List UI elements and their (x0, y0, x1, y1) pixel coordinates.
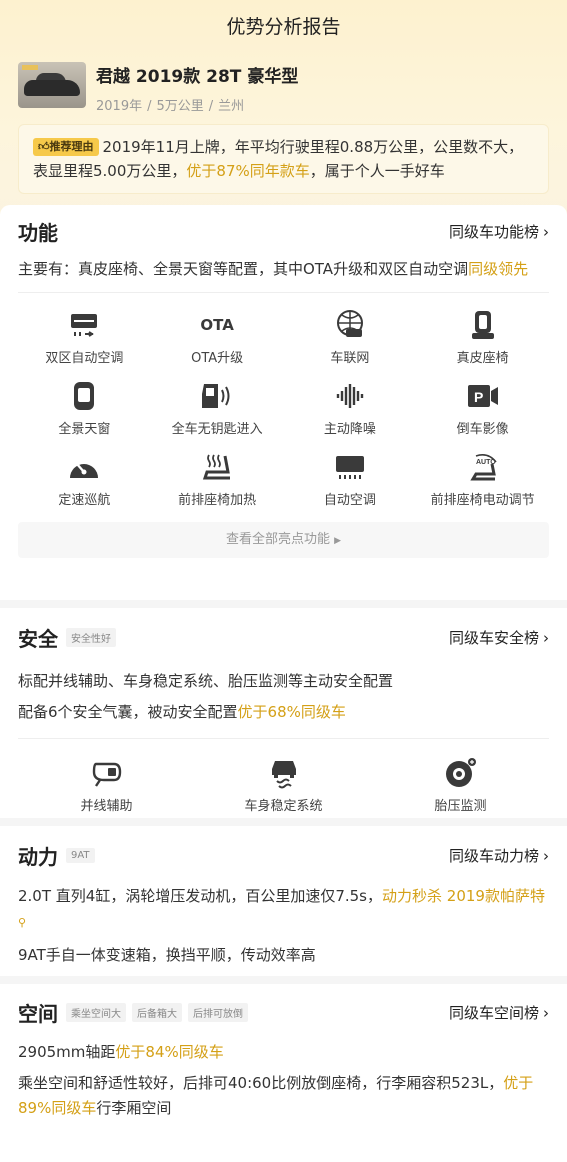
triangle-right-icon: ▶ (334, 536, 342, 546)
power-desc: 2.0T 直列4缸，涡轮增压发动机，百公里加速仅7.5s，动力秒杀 2019款帕… (18, 887, 545, 964)
car-summary[interactable]: 君越 2019款 28T 豪华型 2019年/5万公里 / 兰州 (18, 62, 298, 114)
feature-stability-control[interactable]: 车身稳定系统 (195, 757, 372, 814)
car-name: 君越 2019款 28T 豪华型 (96, 67, 299, 87)
function-desc: 主要有：真皮座椅、全景天窗等配置，其中OTA升级和双区自动空调同级领先 (18, 260, 529, 278)
power-title: 动力 9AT (18, 841, 95, 870)
space-title: 空间 乘坐空间大 后备箱大 后排可放倒 (18, 998, 248, 1027)
power-rank-link[interactable]: 同级车动力榜 › (449, 845, 549, 866)
feature-sunroof[interactable]: 全景天窗 (18, 380, 151, 437)
safety-card: 安全 安全性好 同级车安全榜 › 标配并线辅助、车身稳定系统、胎压监测等主动安全配置… (0, 608, 567, 818)
tire-pressure-icon (444, 757, 478, 789)
function-card: 功能 同级车功能榜 › 主要有：真皮座椅、全景天窗等配置，其中OTA升级和双区自动… (0, 205, 567, 600)
keyless-entry-icon (200, 380, 234, 412)
auto-ac-icon (333, 451, 367, 483)
feature-ota[interactable]: OTA OTA升级 (151, 309, 284, 366)
stability-control-icon (267, 757, 301, 789)
feature-leather-seat[interactable]: 真皮座椅 (416, 309, 549, 366)
power-tag: 9AT (66, 847, 95, 863)
thumbs-up-icon: 👍︎ (38, 140, 50, 153)
feature-tire-pressure[interactable]: 胎压监测 (372, 757, 549, 814)
function-title: 功能 (18, 220, 58, 245)
space-tag: 后排可放倒 (188, 1002, 248, 1022)
section-gap (0, 976, 567, 984)
noise-cancel-icon (333, 380, 367, 412)
feature-keyless-entry[interactable]: 全车无钥匙进入 (151, 380, 284, 437)
safety-rank-link[interactable]: 同级车安全榜 › (449, 627, 549, 648)
chevron-right-icon: › (543, 628, 549, 647)
feature-lane-change-assist[interactable]: 并线辅助 (18, 757, 195, 814)
header-area: 优势分析报告 君越 2019款 28T 豪华型 2019年/5万公里 / 兰州 👍︎… (0, 0, 567, 220)
dual-zone-ac-icon (67, 309, 101, 341)
ota-icon: OTA (200, 316, 234, 334)
page-title: 优势分析报告 (226, 16, 341, 38)
space-tag: 乘坐空间大 (66, 1002, 126, 1022)
safety-desc: 标配并线辅助、车身稳定系统、胎压监测等主动安全配置 配备6个安全气囊，被动安全配… (18, 672, 394, 721)
space-card: 空间 乘坐空间大 后备箱大 后排可放倒 同级车空间榜 › 2905mm轴距优于84… (0, 984, 567, 1162)
safety-title: 安全 安全性好 (18, 623, 116, 652)
safety-tag: 安全性好 (66, 627, 116, 647)
connected-car-icon (333, 309, 367, 341)
feature-power-seat[interactable]: AUTO 前排座椅电动调节 (416, 451, 549, 508)
car-mileage: 5万公里 (156, 99, 204, 114)
feature-seat-heating[interactable]: 前排座椅加热 (151, 451, 284, 508)
divider (18, 292, 549, 293)
sunroof-icon (67, 380, 101, 412)
power-card: 动力 9AT 同级车动力榜 › 2.0T 直列4缸，涡轮增压发动机，百公里加速仅7.… (0, 826, 567, 976)
feature-connected-car[interactable]: 车联网 (284, 309, 417, 366)
feature-dual-zone-ac[interactable]: 双区自动空调 (18, 309, 151, 366)
svg-text:P: P (474, 389, 483, 405)
feature-cruise-control[interactable]: 定速巡航 (18, 451, 151, 508)
function-feature-grid: 双区自动空调 OTA OTA升级 车联网 真皮座椅 全景天窗 全车无钥匙进入 主… (18, 303, 549, 508)
seat-heating-icon (200, 451, 234, 483)
car-year: 2019年 (96, 99, 143, 114)
view-all-features-button[interactable]: 查看全部亮点功能 ▶ (18, 522, 549, 558)
recommend-reason-badge: 👍︎推荐理由 (33, 138, 99, 156)
function-rank-link[interactable]: 同级车功能榜 › (449, 221, 549, 242)
feature-auto-ac[interactable]: 自动空调 (284, 451, 417, 508)
section-gap (0, 818, 567, 826)
reason-text-tail: ，属于个人一手好车 (309, 162, 445, 180)
section-gap (0, 600, 567, 608)
cruise-control-icon (67, 451, 101, 483)
space-rank-link[interactable]: 同级车空间榜 › (449, 1002, 549, 1023)
car-meta: 2019年/5万公里 / 兰州 (96, 99, 245, 114)
space-desc: 2905mm轴距优于84%同级车 乘坐空间和舒适性较好，后排可40:60比例放倒… (18, 1043, 534, 1117)
recommend-reason-box: 👍︎推荐理由 2019年11月上牌，年平均行驶里程0.88万公里，公里数不大，表显… (18, 124, 549, 194)
search-icon[interactable]: ⚲ (18, 916, 26, 929)
space-tag: 后备箱大 (132, 1002, 182, 1022)
lane-change-assist-icon (90, 757, 124, 789)
safety-feature-grid: 并线辅助 车身稳定系统 胎压监测 (18, 749, 549, 814)
leather-seat-icon (466, 309, 500, 341)
chevron-right-icon: › (543, 222, 549, 241)
feature-noise-cancel[interactable]: 主动降噪 (284, 380, 417, 437)
power-seat-icon: AUTO (466, 451, 500, 483)
chevron-right-icon: › (543, 1003, 549, 1022)
reason-highlight: 优于87%同年款车 (186, 162, 310, 180)
divider (18, 738, 549, 739)
car-city: 兰州 (218, 99, 245, 114)
car-thumbnail (18, 62, 86, 108)
feature-reverse-camera[interactable]: P 倒车影像 (416, 380, 549, 437)
reverse-camera-icon: P (466, 380, 500, 412)
chevron-right-icon: › (543, 846, 549, 865)
